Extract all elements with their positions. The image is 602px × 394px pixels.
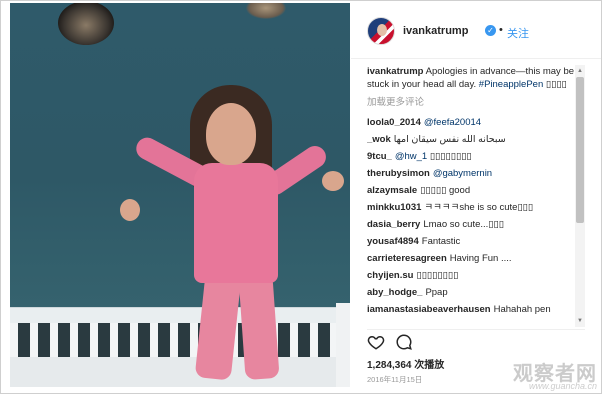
post-header: ivankatrump ✓ • 关注 bbox=[351, 3, 601, 59]
child-hand bbox=[322, 171, 344, 191]
ceiling-lamp bbox=[246, 3, 286, 19]
caption-username[interactable]: ivankatrump bbox=[367, 66, 424, 77]
comment-mention[interactable]: @feefa20014 bbox=[424, 117, 481, 128]
follow-button[interactable]: 关注 bbox=[507, 25, 529, 41]
comment-row: carrieteresagreen Having Fun .... bbox=[367, 250, 579, 267]
comment-username[interactable]: therubysimon bbox=[367, 168, 430, 179]
child-torso bbox=[194, 163, 278, 283]
scroll-down-arrow-icon[interactable]: ▼ bbox=[575, 317, 585, 325]
scrollbar-thumb[interactable] bbox=[576, 77, 584, 223]
comment-text: Hahahah pen bbox=[493, 304, 551, 315]
comment-username[interactable]: 9tcu_ bbox=[367, 151, 392, 162]
caption-hashtag[interactable]: #PineapplePen bbox=[479, 79, 543, 90]
comment-text: Fantastic bbox=[421, 236, 461, 247]
comment-icon[interactable] bbox=[395, 333, 413, 351]
scroll-up-arrow-icon[interactable]: ▲ bbox=[575, 67, 585, 75]
post-actions bbox=[367, 333, 447, 353]
comment-text: ㅋㅋㅋㅋshe is so cute▯▯▯ bbox=[424, 202, 534, 213]
comment-username[interactable]: _wok bbox=[367, 134, 391, 145]
crib-post bbox=[336, 303, 350, 387]
comment-row: dasia_berry Lmao so cute...▯▯▯ bbox=[367, 216, 579, 233]
comment-row: _wok سبحانه الله نفس سيقان امها bbox=[367, 131, 579, 148]
comment-text: Ppap bbox=[425, 287, 448, 298]
comment-text: ▯▯▯▯▯ good bbox=[420, 185, 471, 196]
avatar[interactable] bbox=[367, 17, 395, 45]
comment-username[interactable]: aby_hodge_ bbox=[367, 287, 422, 298]
comment-row: iamanastasiabeaverhausen Hahahah pen bbox=[367, 301, 579, 318]
post-caption: ivankatrump Apologies in advance—this ma… bbox=[367, 65, 579, 91]
instagram-post-window: ivankatrump ✓ • 关注 ivankatrump Apologies… bbox=[0, 0, 602, 394]
crib-slats bbox=[10, 323, 350, 357]
comment-text: Lmao so cute...▯▯▯ bbox=[423, 219, 504, 230]
comment-username[interactable]: dasia_berry bbox=[367, 219, 420, 230]
crib-base bbox=[10, 357, 350, 387]
comments-list[interactable]: ivankatrump Apologies in advance—this ma… bbox=[367, 65, 579, 327]
post-date: 2016年11月15日 bbox=[367, 375, 423, 384]
crib-rail bbox=[10, 307, 350, 323]
comment-username[interactable]: alzaymsale bbox=[367, 185, 417, 196]
comment-row: chyijen.su ▯▯▯▯▯▯▯▯ bbox=[367, 267, 579, 284]
comment-username[interactable]: chyijen.su bbox=[367, 270, 413, 281]
verified-icon: ✓ bbox=[485, 25, 496, 36]
comment-row: aby_hodge_ Ppap bbox=[367, 284, 579, 301]
comment-mention[interactable]: @gabymernin bbox=[433, 168, 492, 179]
view-count: 1,284,364 次播放 bbox=[367, 360, 445, 371]
post-side-panel: ivankatrump ✓ • 关注 ivankatrump Apologies… bbox=[351, 3, 601, 393]
child-hand bbox=[120, 199, 140, 221]
comment-username[interactable]: loola0_2014 bbox=[367, 117, 421, 128]
ceiling-lamp bbox=[58, 3, 114, 45]
child-face bbox=[206, 103, 256, 165]
caption-trailing: ▯▯▯▯ bbox=[545, 79, 567, 90]
comment-text: سبحانه الله نفس سيقان امها bbox=[393, 134, 506, 145]
comment-row: loola0_2014 @feefa20014 bbox=[367, 114, 579, 131]
comment-username[interactable]: yousaf4894 bbox=[367, 236, 419, 247]
header-username[interactable]: ivankatrump bbox=[403, 25, 468, 37]
comment-username[interactable]: carrieteresagreen bbox=[367, 253, 447, 264]
comments-scrollbar[interactable]: ▲ ▼ bbox=[575, 65, 585, 327]
comment-row: yousaf4894 Fantastic bbox=[367, 233, 579, 250]
post-video[interactable] bbox=[10, 3, 350, 387]
load-more-comments[interactable]: 加载更多评论 bbox=[367, 96, 579, 109]
comment-username[interactable]: iamanastasiabeaverhausen bbox=[367, 304, 491, 315]
child-leg bbox=[238, 273, 280, 381]
comment-row: alzaymsale ▯▯▯▯▯ good bbox=[367, 182, 579, 199]
comment-username[interactable]: minkku1031 bbox=[367, 202, 421, 213]
comment-mention[interactable]: @hw_1 bbox=[395, 151, 427, 162]
comment-row: minkku1031 ㅋㅋㅋㅋshe is so cute▯▯▯ bbox=[367, 199, 579, 216]
comment-text: ▯▯▯▯▯▯▯▯ bbox=[429, 151, 472, 162]
comment-text: ▯▯▯▯▯▯▯▯ bbox=[416, 270, 459, 281]
avatar-face bbox=[377, 24, 387, 36]
heart-icon[interactable] bbox=[367, 333, 385, 351]
comment-text: Having Fun .... bbox=[449, 253, 512, 264]
divider bbox=[367, 329, 585, 330]
comment-row: therubysimon @gabymernin bbox=[367, 165, 579, 182]
separator-dot: • bbox=[499, 24, 503, 36]
comment-row: 9tcu_ @hw_1 ▯▯▯▯▯▯▯▯ bbox=[367, 148, 579, 165]
